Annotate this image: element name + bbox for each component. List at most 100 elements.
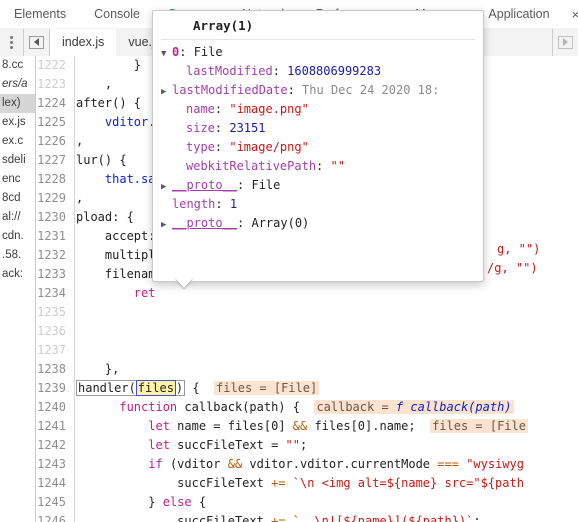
code-text[interactable]: multipl: [76, 246, 156, 265]
line-number[interactable]: 1243: [36, 455, 70, 474]
code-text[interactable]: that.sa: [76, 170, 156, 189]
code-line[interactable]: 1245 } else {: [36, 493, 578, 512]
gutter-divider: [74, 322, 75, 341]
gutter-divider: [74, 208, 75, 227]
code-text[interactable]: succFileText += `\n <img alt=${name} src…: [76, 474, 524, 493]
code-text[interactable]: } else {: [76, 493, 206, 512]
disclosure-closed-icon[interactable]: ▶: [161, 83, 172, 102]
file-tree-item[interactable]: ers/a: [0, 75, 35, 94]
file-tree-item[interactable]: cdn.: [0, 227, 35, 246]
code-text[interactable]: lur() {: [76, 151, 127, 170]
code-text[interactable]: filenam: [76, 265, 156, 284]
code-text[interactable]: if (vditor && vditor.vditor.currentMode …: [76, 455, 524, 474]
prev-file-button[interactable]: [24, 28, 50, 56]
file-tab-0[interactable]: index.js: [50, 28, 117, 56]
file-tree-item[interactable]: 8.cc: [0, 56, 35, 75]
line-number[interactable]: 1240: [36, 398, 70, 417]
code-line[interactable]: 1246 succFileText += ` \n![${name}](${pa…: [36, 512, 578, 522]
file-tree-item[interactable]: .58.: [0, 246, 35, 265]
line-number[interactable]: 1245: [36, 493, 70, 512]
more-options-kebab-icon[interactable]: [0, 28, 24, 56]
line-number[interactable]: 1238: [36, 360, 70, 379]
line-number[interactable]: 1246: [36, 512, 70, 522]
disclosure-closed-icon[interactable]: ▶: [161, 216, 172, 235]
code-text[interactable]: let succFileText = "";: [76, 436, 307, 455]
code-line[interactable]: 1243 if (vditor && vditor.vditor.current…: [36, 455, 578, 474]
popover-property-row[interactable]: ▶ __proto__: Array(0): [153, 214, 483, 233]
code-text[interactable]: after() {: [76, 94, 141, 113]
popover-token: File: [251, 178, 281, 192]
code-text[interactable]: let name = files[0] && files[0].name; fi…: [76, 417, 528, 436]
code-line[interactable]: 1238 },: [36, 360, 578, 379]
file-navigator-sidebar[interactable]: 8.cc ers/a lex) ex.js ex.c sdeli enc 8cd al://cd…: [0, 56, 36, 522]
disclosure-open-icon[interactable]: ▼: [161, 45, 172, 64]
code-text[interactable]: function callback(path) { callback = f c…: [76, 398, 514, 417]
popover-property-list[interactable]: ▼0: File▶lastModified: 1608806999283▶las…: [153, 40, 483, 233]
file-tree-item[interactable]: lex): [0, 94, 35, 113]
line-number[interactable]: 1234: [36, 284, 70, 303]
file-tree-item[interactable]: sdeli: [0, 151, 35, 170]
line-number[interactable]: 1226: [36, 132, 70, 151]
popover-property-row[interactable]: ▶type: "image/png": [153, 138, 483, 157]
line-number[interactable]: 1222: [36, 56, 70, 75]
code-text[interactable]: succFileText += ` \n![${name}](${path})`…: [76, 512, 480, 522]
code-line[interactable]: 1239 handler(files) { files = [File]: [36, 379, 578, 398]
line-number[interactable]: 1223: [36, 75, 70, 94]
code-text[interactable]: pload: {: [76, 208, 134, 227]
code-line[interactable]: 1235: [36, 303, 578, 322]
file-tree-item[interactable]: enc: [0, 170, 35, 189]
popover-property-row[interactable]: ▶lastModified: 1608806999283: [153, 62, 483, 81]
object-value-popover[interactable]: Array(1) ▼0: File▶lastModified: 16088069…: [152, 10, 484, 282]
file-tree-item[interactable]: ack:: [0, 265, 35, 284]
line-number[interactable]: 1239: [36, 379, 70, 398]
code-text[interactable]: accept:: [76, 227, 156, 246]
code-text[interactable]: },: [76, 360, 119, 379]
line-number[interactable]: 1228: [36, 170, 70, 189]
popover-property-row[interactable]: ▶ lastModifiedDate: Thu Dec 24 2020 18:: [153, 81, 483, 100]
popover-property-row[interactable]: ▶ __proto__: File: [153, 176, 483, 195]
devtools-tab-elements[interactable]: Elements: [0, 1, 80, 28]
line-number[interactable]: 1236: [36, 322, 70, 341]
popover-token: :: [316, 159, 331, 173]
code-line[interactable]: 1244 succFileText += `\n <img alt=${name…: [36, 474, 578, 493]
code-text[interactable]: ret: [76, 284, 156, 303]
code-text[interactable]: }: [76, 56, 141, 75]
next-file-button[interactable]: [552, 28, 578, 56]
line-number[interactable]: 1235: [36, 303, 70, 322]
code-text[interactable]: ,: [76, 132, 83, 151]
line-number[interactable]: 1230: [36, 208, 70, 227]
code-line[interactable]: 1242 let succFileText = "";: [36, 436, 578, 455]
line-number[interactable]: 1225: [36, 113, 70, 132]
popover-property-row[interactable]: ▶name: "image.png": [153, 100, 483, 119]
line-number[interactable]: 1232: [36, 246, 70, 265]
file-tree-item[interactable]: ex.js: [0, 113, 35, 132]
code-text[interactable]: ,: [76, 189, 83, 208]
code-text[interactable]: ,: [76, 75, 112, 94]
line-number[interactable]: 1229: [36, 189, 70, 208]
code-text[interactable]: handler(files) { files = [File]: [76, 379, 320, 398]
file-tree-item[interactable]: 8cd: [0, 189, 35, 208]
popover-property-row[interactable]: ▶length: 1: [153, 195, 483, 214]
file-tree-item[interactable]: al://: [0, 208, 35, 227]
devtools-tab-application[interactable]: Application: [474, 1, 563, 28]
code-line[interactable]: 1240 function callback(path) { callback …: [36, 398, 578, 417]
line-number[interactable]: 1242: [36, 436, 70, 455]
code-line[interactable]: 1234 ret: [36, 284, 578, 303]
popover-property-row[interactable]: ▼ 0: File: [153, 43, 483, 62]
file-tree-item[interactable]: ex.c: [0, 132, 35, 151]
code-line[interactable]: 1241 let name = files[0] && files[0].nam…: [36, 417, 578, 436]
popover-property-row[interactable]: ▶size: 23151: [153, 119, 483, 138]
line-number[interactable]: 1244: [36, 474, 70, 493]
line-number[interactable]: 1224: [36, 94, 70, 113]
devtools-tab-console[interactable]: Console: [80, 1, 154, 28]
line-number[interactable]: 1227: [36, 151, 70, 170]
line-number[interactable]: 1241: [36, 417, 70, 436]
devtools-tab-[interactable]: ×: [564, 1, 578, 28]
code-text[interactable]: vditor.: [76, 113, 156, 132]
popover-property-row[interactable]: ▶webkitRelativePath: "": [153, 157, 483, 176]
line-number[interactable]: 1231: [36, 227, 70, 246]
code-line[interactable]: 1236: [36, 322, 578, 341]
code-line[interactable]: 1237: [36, 341, 578, 360]
line-number[interactable]: 1233: [36, 265, 70, 284]
line-number[interactable]: 1237: [36, 341, 70, 360]
